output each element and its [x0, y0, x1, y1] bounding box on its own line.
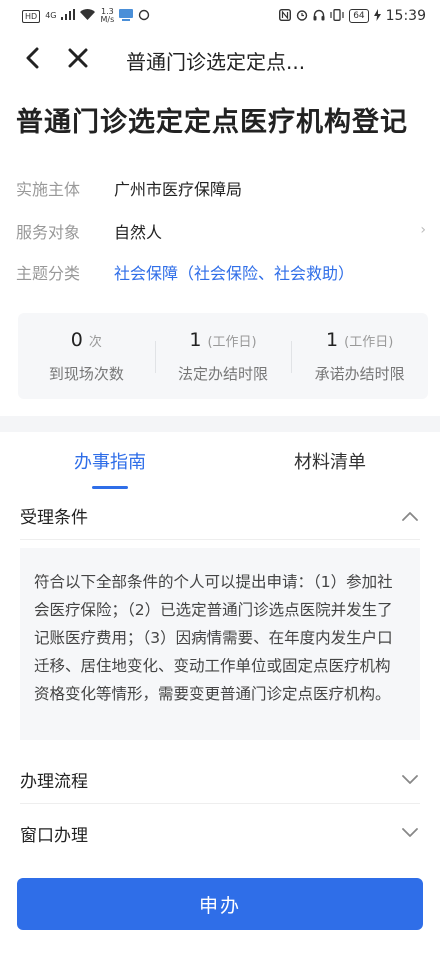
section-title: 受理条件 [20, 508, 88, 528]
section-title: 办理流程 [20, 772, 88, 792]
status-right: 64 15:39 [279, 8, 426, 24]
stat-label: 到现场次数 [48, 364, 124, 383]
stat-unit: (工作日) [344, 334, 394, 350]
info-value: 广州市医疗保障局 [114, 180, 243, 199]
net-speed: 1.3 M/s [100, 7, 115, 24]
nav-bar: 普通门诊选定定点... [0, 34, 440, 82]
info-row-service-target[interactable]: 服务对象 自然人 › [16, 218, 426, 244]
charging-icon [373, 8, 381, 24]
chevron-left-icon [26, 47, 39, 69]
stat-number: 0 [70, 328, 83, 351]
tab-guide[interactable]: 办事指南 [0, 432, 220, 490]
network-gen: 4G [45, 11, 57, 20]
sync-icon [138, 9, 150, 24]
stat-label: 法定办结时限 [178, 364, 269, 383]
battery-indicator: 64 [349, 9, 369, 23]
info-label: 实施主体 [16, 180, 81, 199]
close-icon [68, 48, 88, 68]
acceptance-conditions-text: 符合以下全部条件的个人可以提出申请：（1）参加社会医疗保险；（2）已选定普通门诊… [20, 548, 420, 740]
message-icon [119, 8, 134, 24]
tab-bar: 办事指南 材料清单 [0, 432, 440, 490]
section-divider [0, 416, 440, 432]
hd-badge: HD [22, 9, 41, 23]
apply-button[interactable]: 申办 [17, 878, 423, 930]
signal-icon [61, 9, 76, 23]
back-button[interactable] [20, 44, 44, 72]
stat-number: 1 [189, 328, 202, 351]
theme-category-link[interactable]: 社会保障（社会保险、社会救助） [114, 260, 354, 284]
stat-unit: (工作日) [207, 334, 257, 350]
nfc-icon [279, 8, 292, 24]
vibrate-icon [330, 8, 344, 24]
section-window-service[interactable]: 窗口办理 [20, 809, 420, 857]
close-button[interactable] [66, 44, 90, 72]
chevron-up-icon [400, 506, 420, 526]
stat-number: 1 [326, 328, 339, 351]
status-bar: HD 4G 1.3 M/s 64 15:39 [0, 0, 440, 32]
chevron-down-icon [400, 770, 420, 790]
headphones-icon [313, 9, 325, 24]
info-label: 服务对象 [16, 223, 81, 242]
alarm-icon [296, 9, 308, 24]
stat-legal-deadline: 1 (工作日) 法定办结时限 [154, 313, 292, 399]
info-value: 自然人 [114, 223, 163, 242]
stat-unit: 次 [88, 334, 102, 350]
section-process[interactable]: 办理流程 [20, 756, 420, 804]
stat-promised-deadline: 1 (工作日) 承诺办结时限 [291, 313, 428, 399]
info-label: 主题分类 [16, 264, 81, 283]
stat-visit-count: 0 次 到现场次数 [18, 313, 155, 399]
chevron-right-icon: › [420, 222, 426, 238]
section-acceptance-conditions[interactable]: 受理条件 [20, 492, 420, 540]
page-title: 普通门诊选定定点医疗机构登记 [16, 107, 408, 138]
stat-label: 承诺办结时限 [314, 364, 405, 383]
info-row-implementer: 实施主体 广州市医疗保障局 [16, 175, 426, 201]
section-title: 窗口办理 [20, 825, 88, 846]
chevron-down-icon [400, 823, 420, 843]
tab-materials[interactable]: 材料清单 [220, 432, 440, 490]
nav-title: 普通门诊选定定点... [126, 50, 306, 74]
info-row-theme: 主题分类 社会保障（社会保险、社会救助） [16, 259, 426, 285]
status-left: HD 4G 1.3 M/s [22, 8, 150, 24]
clock: 15:39 [385, 8, 426, 24]
wifi-icon [80, 9, 96, 23]
stats-panel: 0 次 到现场次数 1 (工作日) 法定办结时限 1 (工作日) 承诺办结时限 [18, 313, 428, 399]
